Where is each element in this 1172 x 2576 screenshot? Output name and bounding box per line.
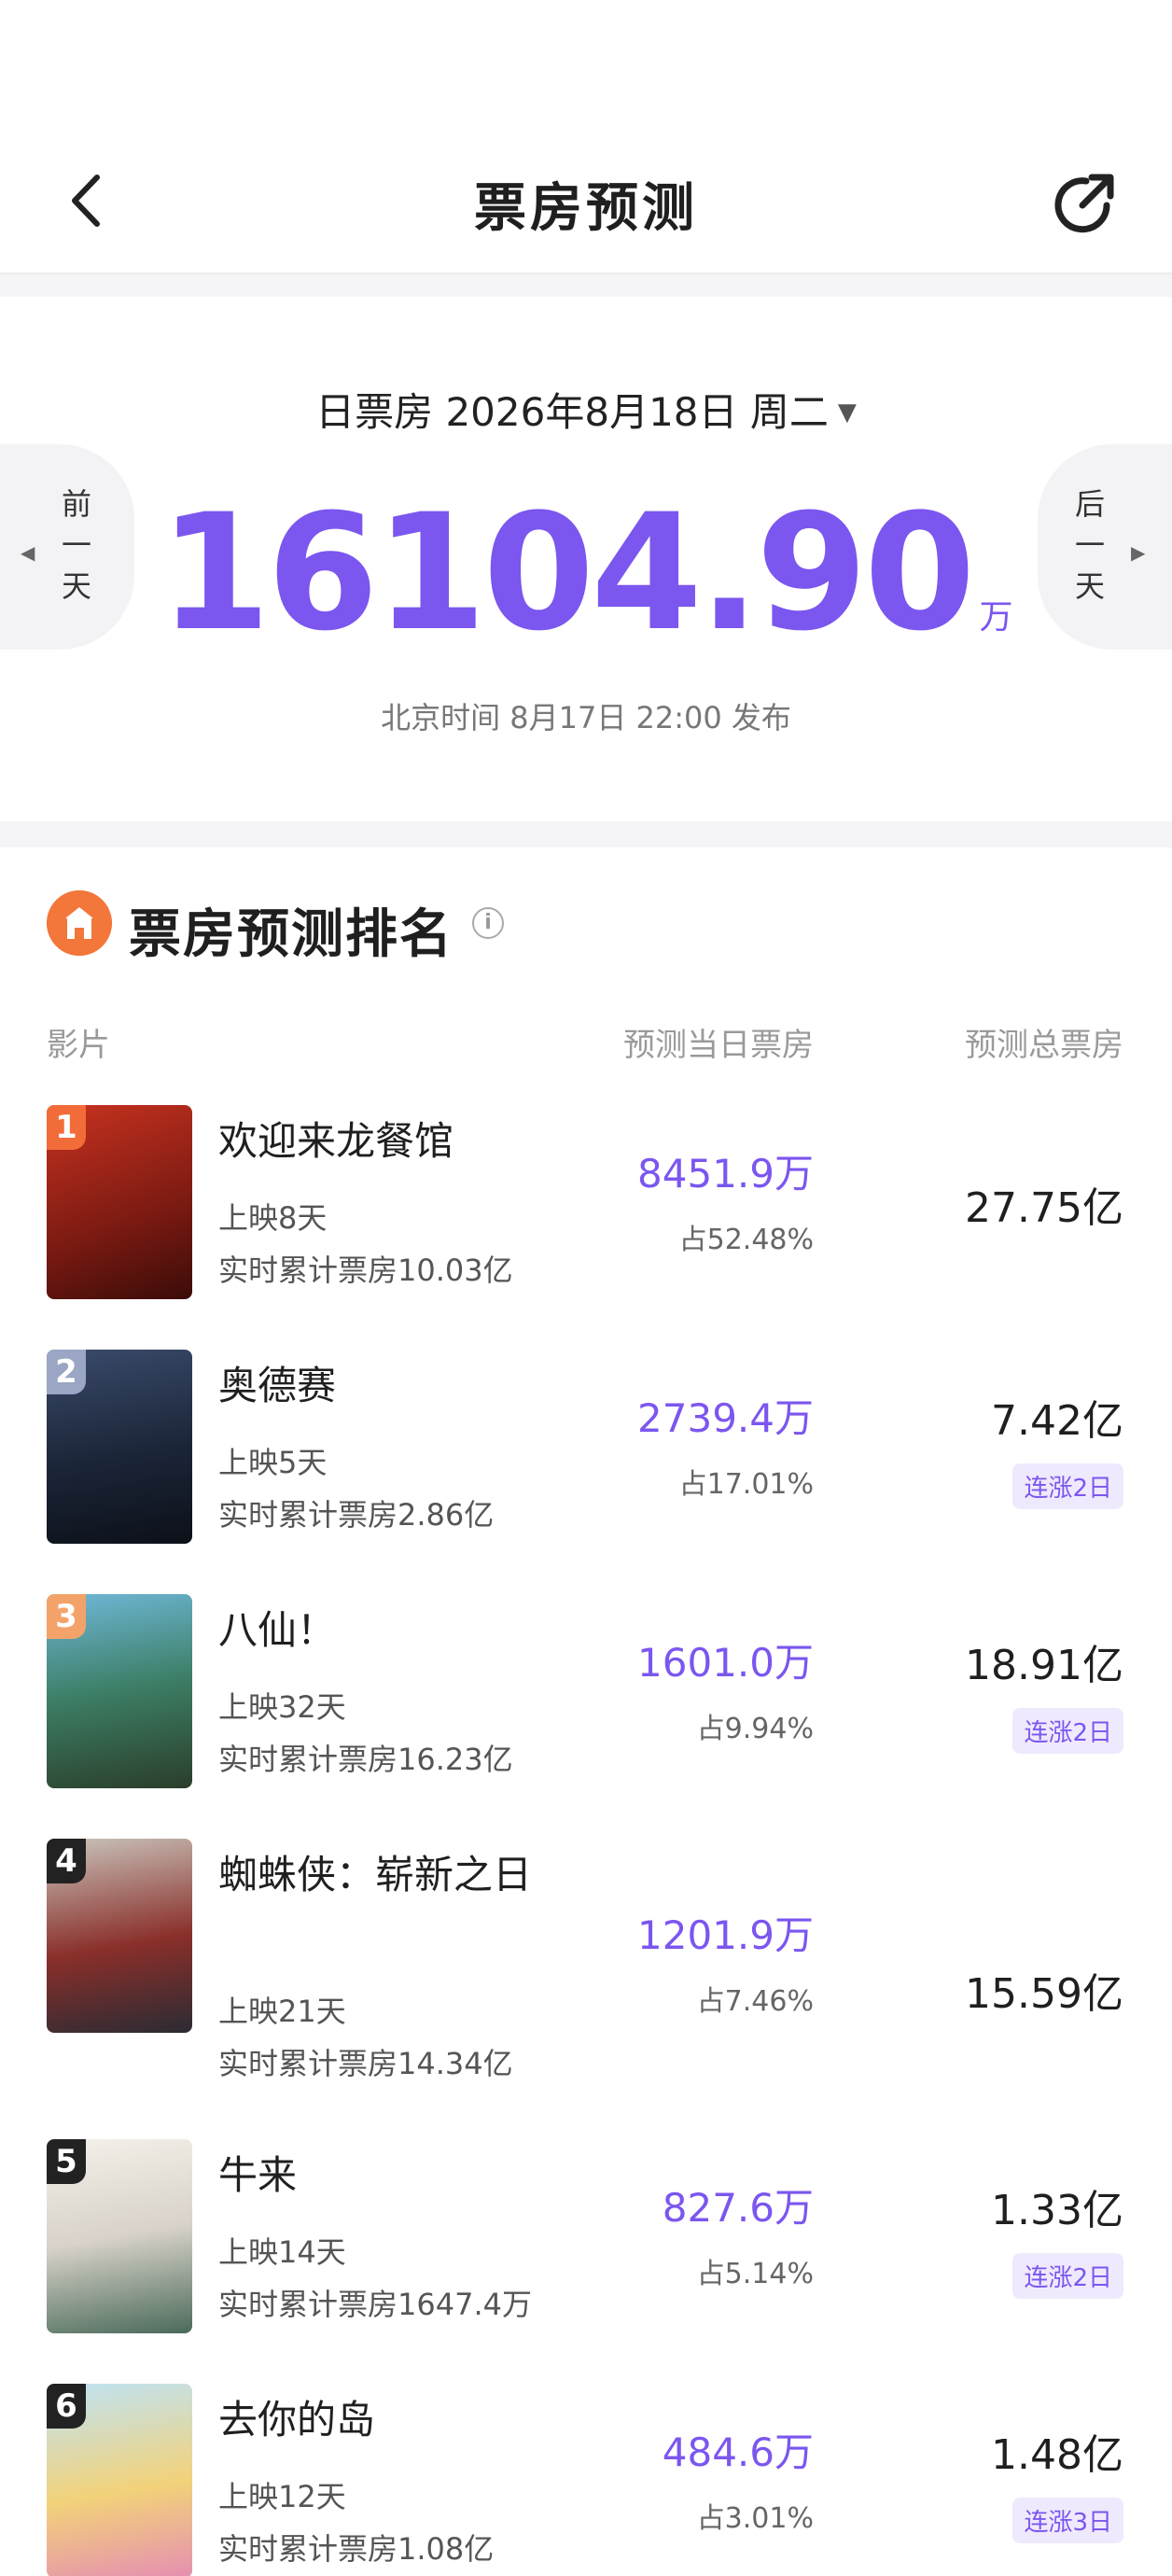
rank-badge: 3 bbox=[47, 1594, 86, 1639]
rank-badge: 1 bbox=[47, 1105, 86, 1150]
film-name: 八仙！ bbox=[218, 1607, 337, 1653]
trend-badge: 连涨2日 bbox=[1012, 1708, 1123, 1754]
day-share: 占5.14% bbox=[696, 2258, 814, 2290]
film-days: 上映5天 bbox=[218, 1445, 328, 1480]
total-forecast: 27.75亿 bbox=[965, 1174, 1123, 1234]
page-title: 票房预测 bbox=[474, 178, 698, 239]
film-name: 蜘蛛侠：崭新之日 bbox=[218, 1852, 533, 1897]
day-share: 占52.48% bbox=[678, 1224, 814, 1256]
film-cumulative: 实时累计票房1647.4万 bbox=[218, 2287, 532, 2322]
day-share: 占7.46% bbox=[696, 1985, 814, 2018]
info-icon[interactable]: i bbox=[472, 907, 504, 939]
poster-image: 1 bbox=[47, 1105, 192, 1299]
table-row[interactable]: 3 八仙！ 上映32天 实时累计票房16.23亿 1601.0万 占9.94% … bbox=[0, 1594, 1172, 1818]
film-cumulative: 实时累计票房10.03亿 bbox=[218, 1253, 513, 1288]
day-forecast: 2739.4万 占17.01% bbox=[637, 1387, 814, 1502]
day-value: 827.6万 bbox=[662, 2185, 814, 2231]
total-forecast: 1.48亿 连涨3日 bbox=[991, 2421, 1123, 2543]
column-header-film: 影片 bbox=[47, 1027, 110, 1064]
total-value: 15.59亿 bbox=[965, 1970, 1123, 2018]
poster-image: 4 bbox=[47, 1839, 192, 2033]
trend-badge: 连涨2日 bbox=[1012, 1463, 1123, 1509]
poster-image: 6 bbox=[47, 2384, 192, 2576]
section-title: 票房预测排名 bbox=[129, 904, 453, 965]
table-row[interactable]: 1 欢迎来龙餐馆 上映8天 实时累计票房10.03亿 8451.9万 占52.4… bbox=[0, 1105, 1172, 1329]
poster-image: 5 bbox=[47, 2139, 192, 2333]
poster-image: 2 bbox=[47, 1350, 192, 1544]
day-forecast: 1601.0万 占9.94% bbox=[637, 1631, 814, 1746]
film-name: 去你的岛 bbox=[218, 2397, 376, 2443]
next-day-char: 天 bbox=[1074, 568, 1105, 604]
caret-down-icon: ▼ bbox=[837, 399, 857, 427]
total-forecast: 7.42亿 连涨2日 bbox=[991, 1387, 1123, 1509]
table-row[interactable]: 6 去你的岛 上映12天 实时累计票房1.08亿 484.6万 占3.01% 1… bbox=[0, 2384, 1172, 2576]
day-forecast: 8451.9万 占52.48% bbox=[637, 1142, 814, 1257]
column-header-day: 预测当日票房 bbox=[623, 1027, 814, 1064]
film-name: 牛来 bbox=[218, 2152, 298, 2198]
day-value: 1201.9万 bbox=[637, 1912, 814, 1958]
day-share: 占3.01% bbox=[696, 2502, 814, 2535]
next-day-char: 一 bbox=[1074, 527, 1105, 563]
film-cumulative: 实时累计票房1.08亿 bbox=[218, 2531, 495, 2567]
poster-image: 3 bbox=[47, 1594, 192, 1788]
rank-badge: 5 bbox=[47, 2139, 86, 2184]
total-value: 7.42亿 bbox=[991, 1397, 1123, 1445]
total-value: 18.91亿 bbox=[965, 1642, 1123, 1689]
share-icon[interactable] bbox=[1049, 168, 1120, 239]
nav-bar: 票房预测 bbox=[0, 0, 1172, 274]
total-box-office: 16104.90 万 bbox=[0, 493, 1172, 653]
total-value: 1.33亿 bbox=[991, 2187, 1123, 2234]
film-cumulative: 实时累计票房14.34亿 bbox=[218, 2046, 513, 2081]
trend-badge: 连涨3日 bbox=[1012, 2498, 1123, 2543]
day-value: 484.6万 bbox=[662, 2429, 814, 2475]
rank-badge: 6 bbox=[47, 2384, 86, 2429]
trend-badge: 连涨2日 bbox=[1012, 2253, 1123, 2299]
total-value: 16104.90 bbox=[159, 479, 975, 666]
film-cumulative: 实时累计票房16.23亿 bbox=[218, 1742, 513, 1777]
film-days: 上映8天 bbox=[218, 1200, 328, 1236]
film-days: 上映14天 bbox=[218, 2234, 346, 2270]
day-value: 8451.9万 bbox=[637, 1151, 814, 1197]
table-row[interactable]: 4 蜘蛛侠：崭新之日 上映21天 实时累计票房14.34亿 1201.9万 占7… bbox=[0, 1839, 1172, 2119]
cinema-icon bbox=[47, 890, 112, 956]
total-value: 27.75亿 bbox=[965, 1184, 1123, 1232]
film-days: 上映12天 bbox=[218, 2479, 346, 2514]
day-share: 占9.94% bbox=[696, 1713, 814, 1745]
triangle-right-icon: ▶ bbox=[1131, 541, 1146, 564]
total-unit: 万 bbox=[979, 598, 1013, 637]
rank-badge: 2 bbox=[47, 1350, 86, 1394]
date-selector[interactable]: 日票房 2026年8月18日 周二 ▼ bbox=[0, 381, 1172, 438]
column-header-total: 预测总票房 bbox=[965, 1027, 1123, 1064]
table-row[interactable]: 5 牛来 上映14天 实时累计票房1647.4万 827.6万 占5.14% 1… bbox=[0, 2139, 1172, 2363]
daily-summary-card: 日票房 2026年8月18日 周二 ▼ ◀ 前 一 天 16104.90 万 后 一… bbox=[0, 297, 1172, 821]
day-forecast: 827.6万 占5.14% bbox=[663, 2177, 814, 2291]
film-name: 奥德赛 bbox=[218, 1363, 337, 1408]
day-forecast: 1201.9万 占7.46% bbox=[637, 1904, 814, 2019]
film-days: 上映32天 bbox=[218, 1689, 346, 1725]
date-label: 日票房 2026年8月18日 周二 bbox=[315, 389, 829, 435]
rank-badge: 4 bbox=[47, 1839, 86, 1883]
total-forecast: 1.33亿 连涨2日 bbox=[991, 2177, 1123, 2299]
publish-time: 北京时间 8月17日 22:00 发布 bbox=[381, 700, 791, 735]
day-share: 占17.01% bbox=[678, 1468, 814, 1501]
total-forecast: 18.91亿 连涨2日 bbox=[965, 1631, 1123, 1754]
total-value: 1.48亿 bbox=[991, 2431, 1123, 2479]
day-forecast: 484.6万 占3.01% bbox=[663, 2421, 814, 2536]
ranking-card: 票房预测排名 i 影片 预测当日票房 预测总票房 1 欢迎来龙餐馆 上映8天 实… bbox=[0, 847, 1172, 2576]
next-day-button[interactable]: 后 一 天 ▶ bbox=[1038, 444, 1172, 650]
day-value: 1601.0万 bbox=[637, 1640, 814, 1686]
table-row[interactable]: 2 奥德赛 上映5天 实时累计票房2.86亿 2739.4万 占17.01% 7… bbox=[0, 1350, 1172, 1574]
film-days: 上映21天 bbox=[218, 1994, 346, 2029]
film-cumulative: 实时累计票房2.86亿 bbox=[218, 1497, 495, 1533]
next-day-char: 后 bbox=[1074, 486, 1105, 522]
film-name: 欢迎来龙餐馆 bbox=[218, 1118, 454, 1164]
day-value: 2739.4万 bbox=[637, 1395, 814, 1441]
total-forecast: 15.59亿 bbox=[965, 1960, 1123, 2020]
